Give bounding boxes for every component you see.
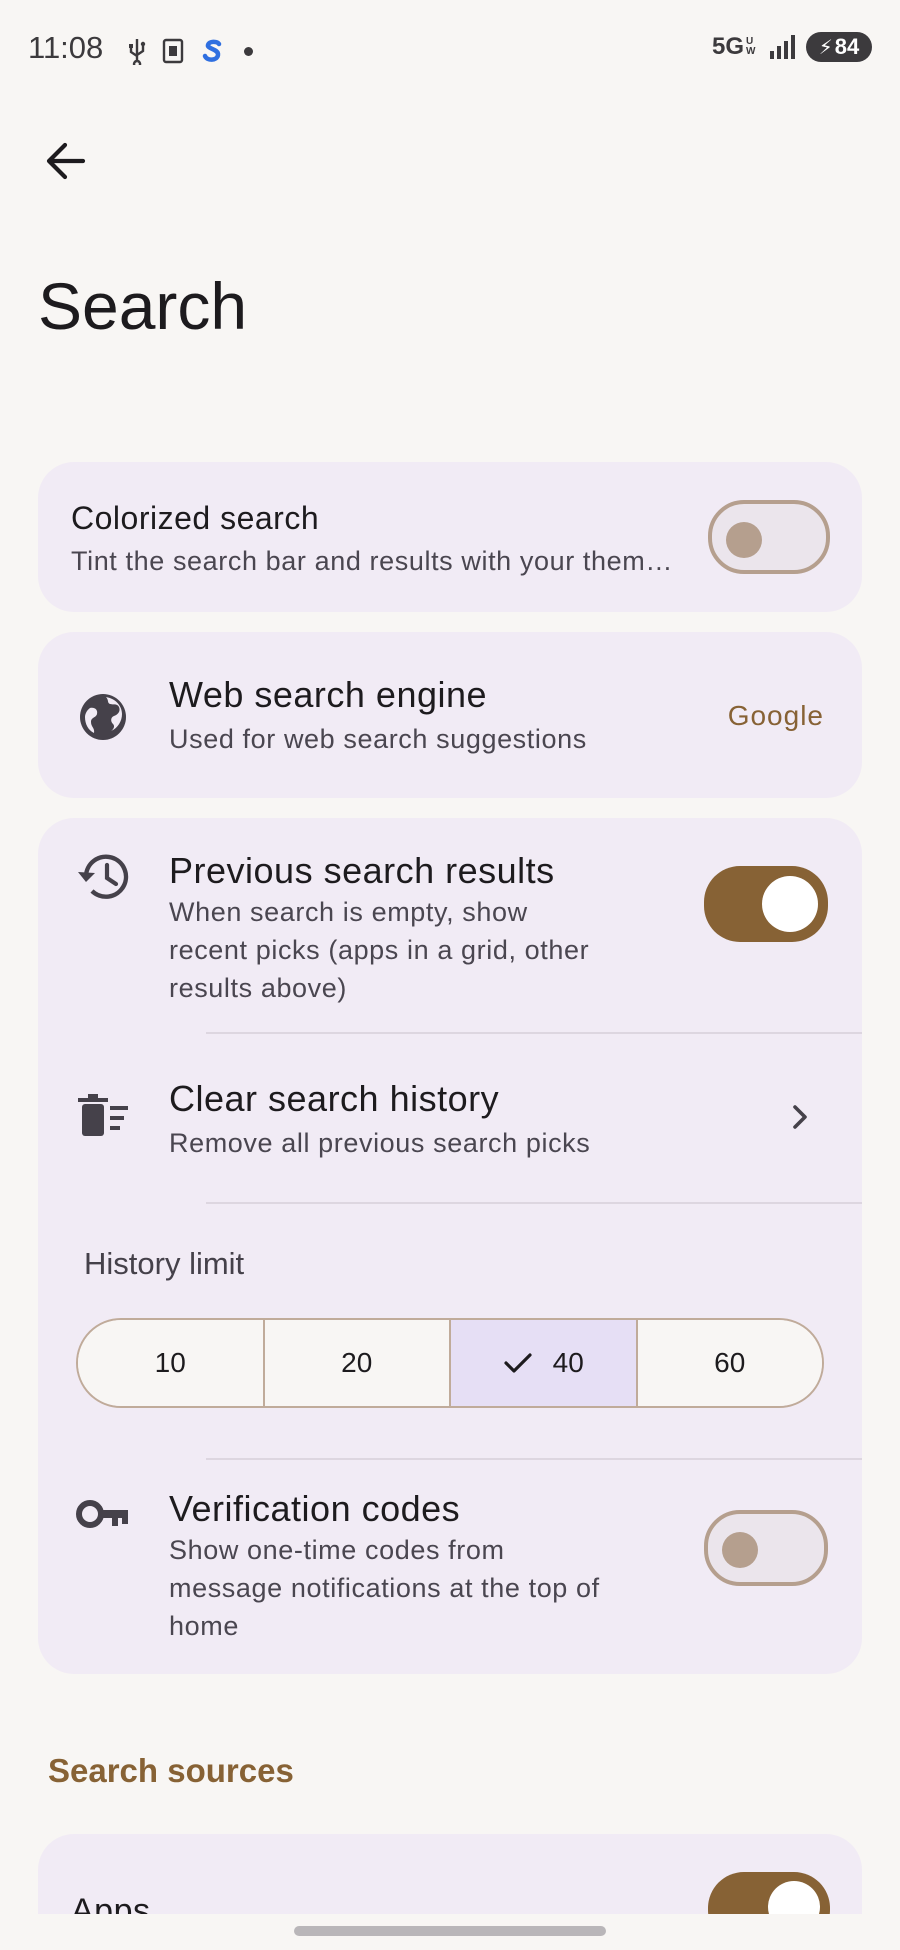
history-limit-option-20[interactable]: 20 bbox=[264, 1320, 451, 1406]
sim-card-icon bbox=[162, 38, 184, 64]
previous-results-toggle[interactable] bbox=[704, 866, 828, 942]
history-settings-card: Previous search results When search is e… bbox=[38, 818, 862, 1674]
signal-icon bbox=[770, 35, 795, 59]
status-right: 5G UW ⚡ 84 bbox=[712, 32, 872, 62]
verification-codes-toggle[interactable] bbox=[704, 1510, 828, 1586]
delete-sweep-icon bbox=[78, 1094, 128, 1136]
colorized-search-subtitle: Tint the search bar and results with you… bbox=[71, 546, 673, 576]
status-icons bbox=[126, 34, 253, 68]
option-label: 60 bbox=[714, 1347, 746, 1378]
chevron-right-icon bbox=[793, 1105, 807, 1129]
previous-results-subtitle-2: recent picks (apps in a grid, other bbox=[169, 935, 590, 965]
colorized-search-title: Colorized search bbox=[71, 500, 320, 536]
verification-codes-subtitle-1: Show one-time codes from bbox=[169, 1535, 505, 1565]
battery-charging-icon: ⚡ 84 bbox=[806, 32, 872, 62]
clear-history-row[interactable]: Clear search history Remove all previous… bbox=[38, 1034, 862, 1202]
key-icon bbox=[76, 1500, 128, 1528]
colorized-search-card[interactable]: Colorized search Tint the search bar and… bbox=[38, 462, 862, 612]
toggle-knob bbox=[726, 522, 762, 558]
apps-source-title: Apps bbox=[71, 1892, 151, 1914]
arrow-left-icon bbox=[46, 142, 86, 180]
history-limit-option-40[interactable]: 40 bbox=[451, 1320, 638, 1406]
history-limit-option-60[interactable]: 60 bbox=[637, 1320, 822, 1406]
previous-results-row[interactable]: Previous search results When search is e… bbox=[38, 818, 862, 1032]
verification-codes-subtitle-2: message notifications at the top of bbox=[169, 1573, 600, 1603]
verification-codes-title: Verification codes bbox=[169, 1488, 461, 1529]
checkmark-icon bbox=[504, 1353, 532, 1373]
clear-history-subtitle: Remove all previous search picks bbox=[169, 1128, 591, 1158]
usb-icon bbox=[129, 39, 146, 65]
verification-codes-subtitle-3: home bbox=[169, 1611, 239, 1641]
toggle-knob bbox=[762, 876, 818, 932]
network-sub-label: UW bbox=[746, 36, 756, 57]
clear-history-title: Clear search history bbox=[169, 1078, 500, 1119]
s-app-icon bbox=[202, 39, 222, 62]
history-limit-selector: 10 20 40 60 bbox=[76, 1318, 824, 1408]
web-search-engine-subtitle: Used for web search suggestions bbox=[169, 724, 587, 754]
search-sources-header: Search sources bbox=[48, 1752, 294, 1789]
history-icon bbox=[78, 854, 129, 899]
verification-codes-row[interactable]: Verification codes Show one-time codes f… bbox=[38, 1460, 862, 1674]
back-button[interactable] bbox=[36, 132, 94, 190]
status-time: 11:08 bbox=[28, 30, 104, 65]
globe-icon bbox=[80, 694, 126, 740]
toggle-knob bbox=[722, 1532, 758, 1568]
dot-icon bbox=[244, 46, 253, 56]
toggle-knob bbox=[768, 1881, 820, 1914]
option-label: 40 bbox=[552, 1347, 584, 1378]
page-title: Search bbox=[38, 269, 248, 343]
battery-level: 84 bbox=[834, 34, 860, 59]
apps-source-card[interactable]: Apps bbox=[38, 1834, 862, 1914]
option-label: 20 bbox=[341, 1347, 373, 1378]
previous-results-title: Previous search results bbox=[169, 850, 555, 891]
history-limit-label: History limit bbox=[84, 1246, 245, 1281]
home-indicator[interactable] bbox=[294, 1926, 606, 1936]
network-label: 5G bbox=[711, 33, 744, 60]
web-search-engine-card[interactable]: Web search engine Used for web search su… bbox=[38, 632, 862, 798]
history-limit-option-10[interactable]: 10 bbox=[78, 1320, 265, 1406]
web-search-engine-title: Web search engine bbox=[169, 674, 488, 715]
colorized-search-toggle[interactable] bbox=[708, 500, 830, 574]
option-label: 10 bbox=[154, 1347, 186, 1378]
divider bbox=[206, 1202, 862, 1204]
previous-results-subtitle-3: results above) bbox=[169, 973, 347, 1003]
web-search-engine-value: Google bbox=[727, 700, 824, 731]
apps-source-toggle[interactable] bbox=[708, 1872, 830, 1914]
previous-results-subtitle-1: When search is empty, show bbox=[169, 897, 528, 927]
